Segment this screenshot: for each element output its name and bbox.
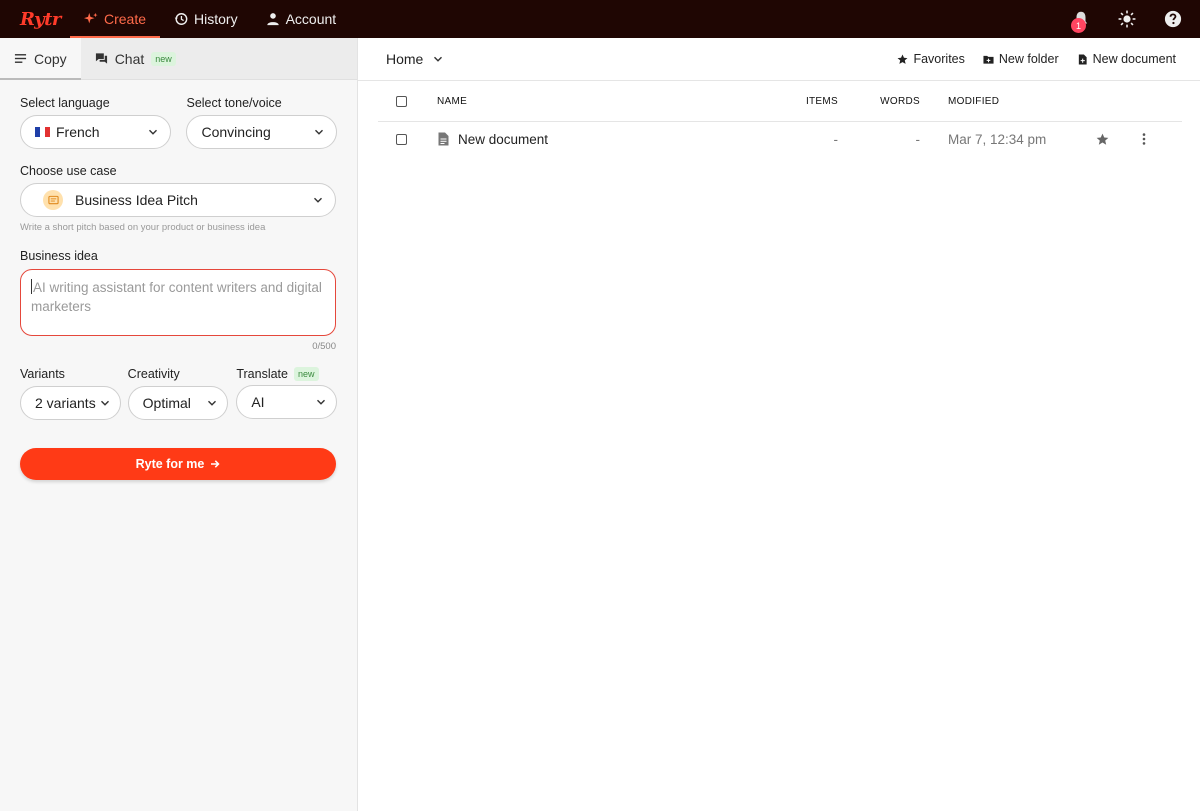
- breadcrumb-home: Home: [386, 51, 424, 67]
- chevron-down-icon: [315, 129, 323, 135]
- help-button[interactable]: [1150, 0, 1196, 38]
- use-case-select[interactable]: Business Idea Pitch: [20, 183, 336, 217]
- translate-label: Translate: [236, 367, 288, 381]
- business-idea-label: Business idea: [20, 249, 98, 263]
- variants-select[interactable]: 2 variants: [20, 386, 121, 420]
- star-icon: [898, 54, 908, 64]
- column-name[interactable]: NAME: [437, 96, 783, 107]
- chevron-down-icon: [208, 400, 217, 406]
- creativity-value: Optimal: [142, 395, 191, 411]
- document-icon: [438, 132, 449, 146]
- nav-account[interactable]: Account: [252, 0, 351, 38]
- creativity-label: Creativity: [127, 367, 180, 381]
- generation-form: Select language French Select tone/voice…: [0, 96, 357, 480]
- business-idea-input[interactable]: AI writing assistant for content writers…: [20, 269, 336, 336]
- chevron-down-icon: [149, 129, 158, 135]
- tab-copy-label: Copy: [34, 50, 67, 67]
- translate-label-row: Translate new: [236, 367, 337, 381]
- document-modified: Mar 7, 12:34 pm: [948, 131, 1047, 147]
- chat-new-badge: new: [151, 51, 176, 66]
- language-label: Select language: [20, 96, 110, 110]
- table-row[interactable]: New document - - Mar 7, 12:34 pm: [378, 122, 1182, 156]
- chevron-down-icon: [100, 400, 109, 406]
- language-value: French: [56, 124, 100, 140]
- help-icon: [1164, 10, 1182, 28]
- translate-value: AI: [251, 394, 265, 410]
- documents-table: NAME ITEMS WORDS MODIFIED New document -…: [378, 81, 1182, 156]
- user-icon: [266, 13, 279, 26]
- translate-select[interactable]: AI: [236, 385, 338, 419]
- notification-count-badge: 1: [1071, 18, 1086, 33]
- documents-header: Home Favorites New folder New document: [358, 38, 1200, 81]
- theme-toggle-button[interactable]: [1104, 0, 1150, 38]
- nav-create-label: Create: [104, 11, 147, 27]
- variants-label: Variants: [20, 367, 65, 381]
- use-case-hint: Write a short pitch based on your produc…: [20, 222, 266, 233]
- top-bar: Rytr Create History Account 1: [0, 0, 1200, 38]
- favorites-label: Favorites: [913, 52, 965, 66]
- rytr-logo[interactable]: Rytr: [20, 9, 70, 30]
- tone-select[interactable]: Convincing: [186, 115, 337, 149]
- tab-chat-label: Chat: [114, 50, 145, 67]
- top-right-tools: 1: [1058, 0, 1200, 38]
- tone-value: Convincing: [201, 124, 271, 140]
- use-case-value: Business Idea Pitch: [75, 192, 198, 208]
- arrow-right-icon: [211, 460, 220, 468]
- menu-lines-icon: [14, 54, 27, 63]
- ryte-button-label: Ryte for me: [135, 457, 205, 471]
- creativity-select[interactable]: Optimal: [127, 386, 229, 420]
- document-actions: Favorites New folder New document: [897, 52, 1176, 66]
- notifications-button[interactable]: 1: [1058, 0, 1104, 38]
- language-select[interactable]: French: [20, 115, 172, 149]
- document-words: -: [915, 131, 921, 147]
- breadcrumb[interactable]: Home: [386, 51, 443, 67]
- table-header: NAME ITEMS WORDS MODIFIED: [378, 81, 1182, 122]
- favorites-button[interactable]: Favorites: [897, 52, 965, 66]
- column-items[interactable]: ITEMS: [783, 96, 838, 107]
- text-caret: [31, 279, 32, 294]
- chevron-down-icon: [317, 399, 326, 405]
- nav-create[interactable]: Create: [70, 0, 161, 38]
- chat-icon: [95, 53, 107, 64]
- pitch-icon: [43, 190, 63, 210]
- document-name[interactable]: New document: [458, 132, 548, 147]
- new-folder-icon: [983, 55, 994, 64]
- sparkle-icon: [84, 12, 98, 24]
- history-icon: [174, 13, 188, 25]
- main-nav: Create History Account: [70, 0, 350, 38]
- translate-new-badge: new: [294, 367, 319, 381]
- row-more-button[interactable]: [1124, 133, 1164, 145]
- sun-icon: [1118, 10, 1136, 28]
- column-modified[interactable]: MODIFIED: [920, 96, 1080, 107]
- nav-account-label: Account: [285, 11, 337, 27]
- new-document-button[interactable]: New document: [1077, 52, 1176, 66]
- sidebar-tabs: Copy Chat new: [0, 38, 357, 80]
- tone-label: Select tone/voice: [186, 96, 282, 110]
- row-checkbox[interactable]: [396, 133, 407, 145]
- chevron-down-icon: [434, 56, 443, 62]
- document-items: -: [833, 131, 839, 147]
- select-all-checkbox[interactable]: [396, 95, 407, 107]
- favorite-toggle[interactable]: [1080, 133, 1124, 146]
- ryte-for-me-button[interactable]: Ryte for me: [20, 448, 336, 480]
- new-folder-button[interactable]: New folder: [983, 52, 1059, 66]
- new-document-label: New document: [1092, 52, 1176, 66]
- sidebar: Copy Chat new Select language French Sel…: [0, 38, 358, 811]
- column-words[interactable]: WORDS: [838, 96, 920, 107]
- documents-panel: Home Favorites New folder New document N…: [358, 38, 1200, 811]
- tab-copy[interactable]: Copy: [0, 38, 81, 80]
- new-document-icon: [1078, 53, 1087, 65]
- tab-chat[interactable]: Chat new: [81, 38, 190, 79]
- variants-value: 2 variants: [35, 395, 96, 411]
- business-idea-placeholder: AI writing assistant for content writers…: [31, 280, 322, 314]
- use-case-label: Choose use case: [20, 164, 117, 178]
- chevron-down-icon: [314, 197, 322, 203]
- character-counter: 0/500: [312, 341, 336, 352]
- new-folder-label: New folder: [998, 52, 1059, 66]
- star-icon: [1096, 133, 1108, 145]
- nav-history-label: History: [194, 11, 238, 27]
- france-flag-icon: [35, 127, 50, 137]
- more-vertical-icon: [1142, 133, 1146, 145]
- nav-history[interactable]: History: [160, 0, 252, 38]
